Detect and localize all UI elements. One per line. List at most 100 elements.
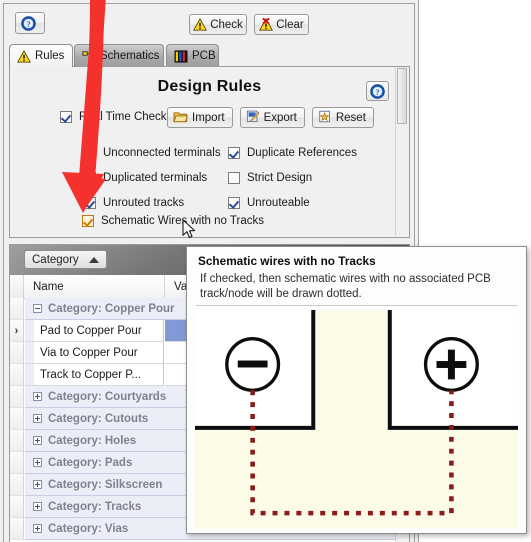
rules-action-buttons: Import Export Reset	[167, 107, 374, 128]
group-row-label: Category: Cutouts	[48, 412, 149, 425]
page-title: Design Rules	[157, 78, 262, 95]
check-unconnected-terminals-label: Unconnected terminals	[103, 146, 221, 159]
group-row-label: Category: Holes	[48, 434, 137, 447]
expand-expander-icon[interactable]	[33, 524, 42, 533]
group-row-label: Category: Tracks	[48, 500, 142, 513]
group-chip-category[interactable]: Category	[24, 250, 107, 269]
clear-button-label: Clear	[276, 18, 304, 31]
column-header-name[interactable]: Name	[25, 275, 165, 298]
row-group-indent	[25, 320, 34, 342]
sort-ascending-icon[interactable]	[88, 256, 99, 263]
reset-star-icon	[318, 110, 332, 126]
check-duplicated-terminals-checkbox[interactable]	[84, 171, 96, 184]
tab-rules-label: Rules	[35, 50, 65, 62]
tooltip-popup: Schematic wires with no Tracks If checke…	[186, 246, 527, 534]
reset-button[interactable]: Reset	[311, 107, 374, 128]
export-document-icon	[246, 110, 260, 126]
check-duplicate-references-checkbox[interactable]	[228, 146, 240, 159]
tab-rules[interactable]: Rules	[9, 44, 73, 67]
row-indicator	[10, 298, 24, 320]
check-unconnected-terminals-checkbox[interactable]	[84, 146, 96, 159]
realtime-check-label: Real Time Check	[79, 111, 167, 123]
screenshot-root: ? Check Clear Rules Schematics PCB Desig…	[0, 0, 531, 542]
row-indicator	[10, 408, 24, 430]
row-indicator	[10, 496, 24, 518]
export-button[interactable]: Export	[239, 107, 305, 128]
group-row-label: Category: Copper Pour	[48, 302, 175, 315]
row-indicator	[10, 518, 24, 540]
check-duplicate-references[interactable]: Duplicate References	[228, 146, 357, 159]
cell-name[interactable]: Track to Copper P...	[34, 364, 164, 386]
row-indicator	[10, 452, 24, 474]
check-schematic-wires-no-tracks[interactable]: Schematic Wires with no Tracks	[82, 215, 264, 227]
row-group-indent	[25, 342, 34, 364]
check-strict-design[interactable]: Strict Design	[228, 171, 313, 184]
panel-help-button[interactable]: ?	[366, 81, 389, 101]
check-strict-design-checkbox[interactable]	[228, 171, 240, 184]
export-button-label: Export	[263, 111, 297, 124]
reset-button-label: Reset	[335, 111, 366, 124]
rules-panel-scrollbar[interactable]	[395, 68, 408, 236]
tooltip-body: If checked, then schematic wires with no…	[200, 273, 491, 300]
expand-expander-icon[interactable]	[33, 414, 42, 423]
check-unconnected-terminals[interactable]: Unconnected terminals	[84, 146, 228, 159]
tab-strip: Rules Schematics PCB	[9, 44, 410, 67]
column-header-indicator	[10, 275, 24, 298]
row-indicator	[10, 430, 24, 452]
tab-pcb-label: PCB	[192, 50, 216, 62]
tab-pcb[interactable]: PCB	[166, 44, 219, 67]
expand-expander-icon[interactable]	[33, 458, 42, 467]
check-duplicate-references-label: Duplicate References	[247, 146, 357, 159]
row-indicator	[10, 474, 24, 496]
check-unrouted-tracks[interactable]: Unrouted tracks	[84, 196, 228, 209]
row-indicator: ›	[10, 320, 24, 342]
cell-name[interactable]: Via to Copper Pour	[34, 342, 164, 364]
help-circle-icon: ?	[21, 15, 36, 31]
collapse-expander-icon[interactable]	[33, 304, 42, 313]
group-row-label: Category: Pads	[48, 456, 133, 469]
mouse-pointer-icon	[182, 219, 196, 239]
group-row-label: Category: Vias	[48, 522, 129, 535]
expand-expander-icon[interactable]	[33, 392, 42, 401]
tooltip-figure	[195, 310, 518, 528]
check-unrouted-tracks-label: Unrouted tracks	[103, 196, 185, 209]
folder-open-icon	[173, 110, 189, 126]
group-row-label: Category: Courtyards	[48, 390, 167, 403]
realtime-check-row[interactable]: Real Time Check	[60, 111, 167, 123]
group-row-label: Category: Silkscreen	[48, 478, 163, 491]
check-button[interactable]: Check	[189, 14, 247, 35]
warning-triangle-icon	[17, 49, 31, 63]
check-button-label: Check	[210, 18, 243, 31]
pcb-board-icon	[174, 49, 188, 63]
clear-button[interactable]: Clear	[254, 14, 309, 35]
row-group-indent	[25, 364, 34, 386]
check-unrouteable-checkbox[interactable]	[228, 196, 240, 209]
import-button[interactable]: Import	[167, 107, 233, 128]
check-duplicated-terminals[interactable]: Duplicated terminals	[84, 171, 228, 184]
check-schematic-wires-no-tracks-checkbox[interactable]	[82, 215, 94, 227]
help-button[interactable]: ?	[15, 12, 45, 34]
check-unrouteable-label: Unrouteable	[247, 196, 310, 209]
expand-expander-icon[interactable]	[33, 502, 42, 511]
design-rules-panel: Design Rules ? Real Time Check Import Ex…	[9, 66, 410, 238]
row-indicator	[10, 386, 24, 408]
tab-schematics[interactable]: Schematics	[74, 44, 164, 67]
tooltip-divider	[196, 305, 517, 306]
check-strict-design-label: Strict Design	[247, 171, 313, 184]
check-duplicated-terminals-label: Duplicated terminals	[103, 171, 208, 184]
warning-triangle-icon	[193, 18, 208, 31]
row-indicator	[10, 342, 24, 364]
expand-expander-icon[interactable]	[33, 480, 42, 489]
realtime-check-checkbox[interactable]	[60, 111, 72, 123]
rules-panel-scroll-thumb[interactable]	[397, 68, 407, 124]
warning-triangle-delete-icon	[259, 18, 274, 31]
toolbar: ? Check Clear	[4, 4, 414, 42]
cell-name[interactable]: Pad to Copper Pour	[34, 320, 164, 342]
expand-expander-icon[interactable]	[33, 436, 42, 445]
svg-text:?: ?	[26, 18, 30, 28]
check-unrouted-tracks-checkbox[interactable]	[84, 196, 96, 209]
row-indicator	[10, 364, 24, 386]
check-unrouteable[interactable]: Unrouteable	[228, 196, 310, 209]
import-button-label: Import	[192, 111, 225, 124]
rule-checkbox-grid: Unconnected terminals Duplicate Referenc…	[84, 140, 384, 215]
